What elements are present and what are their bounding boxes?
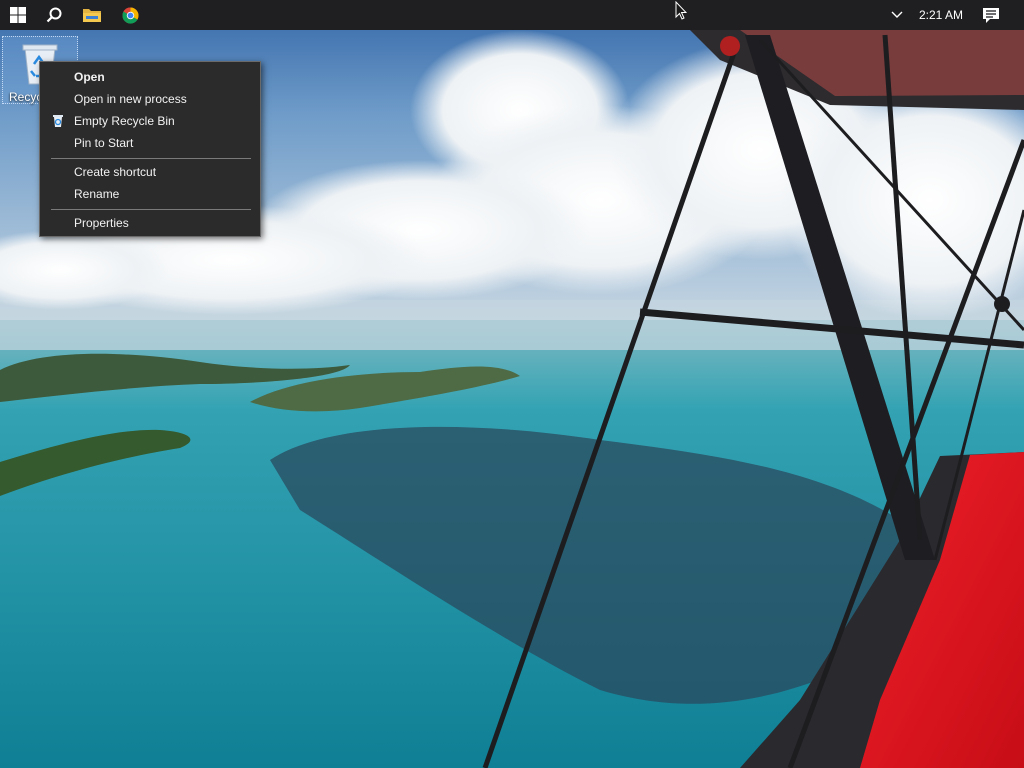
context-menu: Open Open in new process Empty Recycle B…: [39, 61, 261, 237]
file-explorer-button[interactable]: [74, 0, 110, 30]
menu-item-open-in-new-process[interactable]: Open in new process: [40, 88, 260, 110]
file-explorer-icon: [83, 9, 101, 22]
menu-item-pin-to-start[interactable]: Pin to Start: [40, 132, 260, 154]
menu-item-properties[interactable]: Properties: [40, 212, 260, 234]
search-button[interactable]: [36, 0, 72, 30]
menu-item-open[interactable]: Open: [40, 66, 260, 88]
chrome-button[interactable]: [112, 0, 148, 30]
action-center-icon: [983, 7, 999, 23]
chevron-up-icon: [891, 11, 903, 18]
taskbar: 2:21 AM: [0, 0, 1024, 30]
menu-item-label: Create shortcut: [74, 165, 157, 179]
menu-item-label: Empty Recycle Bin: [74, 114, 175, 128]
chrome-icon: [121, 6, 139, 24]
menu-item-create-shortcut[interactable]: Create shortcut: [40, 161, 260, 183]
desktop[interactable]: Recyc Open Open in new process Empty Rec…: [0, 0, 1024, 768]
show-hidden-icons-button[interactable]: [886, 0, 908, 30]
taskbar-clock[interactable]: 2:21 AM: [912, 0, 970, 30]
menu-separator: [51, 158, 251, 159]
menu-separator: [51, 209, 251, 210]
windows-start-icon: [10, 7, 26, 23]
menu-item-label: Rename: [74, 187, 120, 201]
action-center-button[interactable]: [976, 0, 1006, 30]
menu-item-rename[interactable]: Rename: [40, 183, 260, 205]
menu-item-label: Pin to Start: [74, 136, 134, 150]
menu-item-label: Open in new process: [74, 92, 187, 106]
search-icon: [46, 7, 62, 23]
menu-item-label: Properties: [74, 216, 129, 230]
recycle-bin-label: Recyc: [9, 90, 43, 104]
menu-item-label: Open: [74, 70, 105, 84]
menu-item-empty-recycle-bin[interactable]: Empty Recycle Bin: [40, 110, 260, 132]
mouse-cursor-icon: [675, 1, 687, 20]
recycle-bin-icon: [53, 115, 63, 127]
start-button[interactable]: [0, 0, 36, 30]
